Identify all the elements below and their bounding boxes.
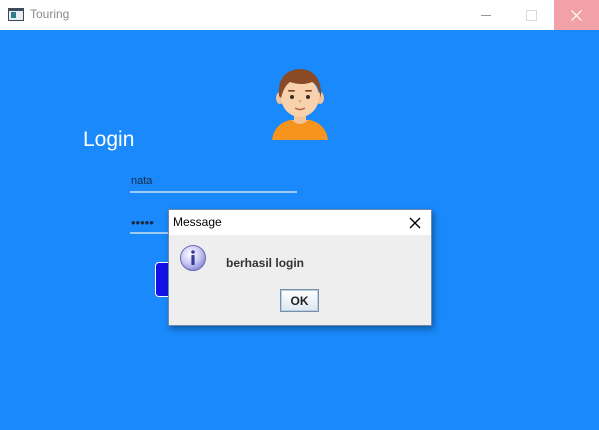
minimize-button[interactable] — [464, 0, 509, 30]
ok-button[interactable]: OK — [280, 289, 319, 312]
maximize-button[interactable] — [509, 0, 554, 30]
info-icon — [180, 245, 206, 271]
close-button[interactable] — [554, 0, 599, 30]
dialog-close-button[interactable] — [407, 215, 423, 231]
window-title: Touring — [30, 7, 70, 21]
login-heading: Login — [83, 128, 135, 151]
dialog-title: Message — [173, 215, 222, 229]
app-window-icon — [8, 8, 24, 21]
ok-button-label: OK — [290, 294, 309, 308]
password-value: ••••• — [131, 215, 154, 230]
user-avatar-icon — [272, 68, 328, 140]
username-field[interactable]: nata — [130, 175, 297, 193]
message-dialog: Message berhasil login OK — [168, 209, 432, 326]
close-icon — [571, 10, 582, 21]
dialog-message: berhasil login — [226, 256, 305, 270]
username-value: nata — [131, 175, 153, 187]
close-icon — [409, 217, 421, 229]
dialog-titlebar[interactable]: Message — [169, 210, 431, 235]
window-titlebar[interactable]: Touring — [0, 0, 599, 30]
